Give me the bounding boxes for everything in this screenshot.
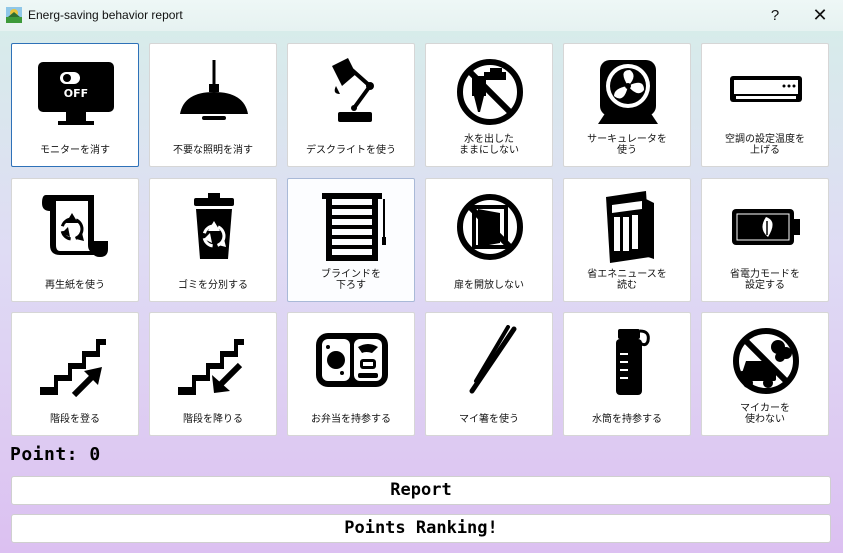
action-tile-eco-battery[interactable]: 省電力モードを 設定する — [701, 178, 829, 302]
eco-battery-icon — [732, 209, 800, 245]
action-tile-desk-lamp[interactable]: デスクライトを使う — [287, 43, 415, 167]
ceiling-lamp-icon — [180, 60, 248, 120]
circulator-fan-icon — [598, 60, 658, 124]
action-label: 水筒を持参する — [592, 414, 662, 425]
blinds-icon — [322, 193, 386, 261]
action-label: デスクライトを使う — [306, 145, 396, 156]
stairs-down-icon — [178, 339, 244, 395]
chopsticks-icon — [469, 325, 517, 394]
action-tile-air-conditioner[interactable]: 空調の設定温度を 上げる — [701, 43, 829, 167]
action-tile-water-bottle[interactable]: 水筒を持参する — [563, 312, 691, 436]
action-label: ブラインドを 下ろす — [321, 269, 381, 291]
no-car-icon — [733, 328, 799, 394]
action-tile-stairs-up[interactable]: 階段を登る — [11, 312, 139, 436]
report-button[interactable]: Report — [11, 476, 831, 505]
bento-box-icon — [316, 333, 388, 387]
action-label: ゴミを分別する — [178, 280, 248, 291]
action-label: お弁当を持参する — [311, 414, 391, 425]
action-tile-no-faucet[interactable]: 水を出した ままにしない — [425, 43, 553, 167]
action-tile-ceiling-lamp[interactable]: 不要な照明を消す — [149, 43, 277, 167]
window-title: Energ-saving behavior report — [28, 8, 183, 22]
action-label: 空調の設定温度を 上げる — [725, 134, 805, 156]
app-icon — [6, 7, 22, 23]
points-ranking-button[interactable]: Points Ranking! — [11, 514, 831, 543]
action-tile-monitor-off[interactable]: OFF モニターを消す — [11, 43, 139, 167]
newspaper-icon — [606, 191, 654, 263]
recycle-bin-icon — [194, 193, 234, 259]
action-tile-newspaper[interactable]: 省エネニュースを 読む — [563, 178, 691, 302]
monitor-off-text: OFF — [64, 87, 88, 100]
action-tile-blinds[interactable]: ブラインドを 下ろす — [287, 178, 415, 302]
action-label: 階段を登る — [50, 414, 100, 425]
points-display: Point: 0 — [10, 444, 101, 465]
action-label: サーキュレータを 使う — [587, 134, 667, 156]
action-label: マイカーを 使わない — [740, 403, 790, 425]
action-label: 階段を降りる — [183, 414, 243, 425]
action-tile-stairs-down[interactable]: 階段を降りる — [149, 312, 277, 436]
action-tile-bento[interactable]: お弁当を持参する — [287, 312, 415, 436]
action-label: モニターを消す — [40, 145, 110, 156]
action-grid: OFF モニターを消す 不要な照明を消す デスクライトを使う 水を出した ままに… — [11, 43, 831, 437]
action-label: 再生紙を使う — [45, 280, 105, 291]
action-label: 扉を開放しない — [454, 280, 524, 291]
air-conditioner-icon — [730, 76, 802, 102]
action-tile-recycle-bin[interactable]: ゴミを分別する — [149, 178, 277, 302]
help-button[interactable]: ? — [752, 0, 798, 31]
monitor-off-icon: OFF — [38, 62, 114, 125]
action-tile-no-open-door[interactable]: 扉を開放しない — [425, 178, 553, 302]
action-tile-chopsticks[interactable]: マイ箸を使う — [425, 312, 553, 436]
action-tile-circulator[interactable]: サーキュレータを 使う — [563, 43, 691, 167]
title-bar: Energ-saving behavior report ? ✕ — [0, 0, 843, 31]
action-tile-no-car[interactable]: マイカーを 使わない — [701, 312, 829, 436]
action-tile-recycled-paper[interactable]: 再生紙を使う — [11, 178, 139, 302]
action-label: 水を出した ままにしない — [459, 134, 519, 156]
water-bottle-icon — [616, 329, 650, 395]
action-label: 省電力モードを 設定する — [730, 269, 800, 291]
no-faucet-icon — [457, 59, 523, 125]
action-label: 省エネニュースを 読む — [587, 269, 667, 291]
action-label: マイ箸を使う — [459, 414, 519, 425]
stairs-up-icon — [40, 339, 106, 397]
no-open-door-icon — [457, 194, 523, 260]
recycled-paper-icon — [42, 195, 108, 257]
action-label: 不要な照明を消す — [173, 145, 253, 156]
close-button[interactable]: ✕ — [797, 0, 843, 31]
desk-lamp-icon — [332, 58, 374, 122]
